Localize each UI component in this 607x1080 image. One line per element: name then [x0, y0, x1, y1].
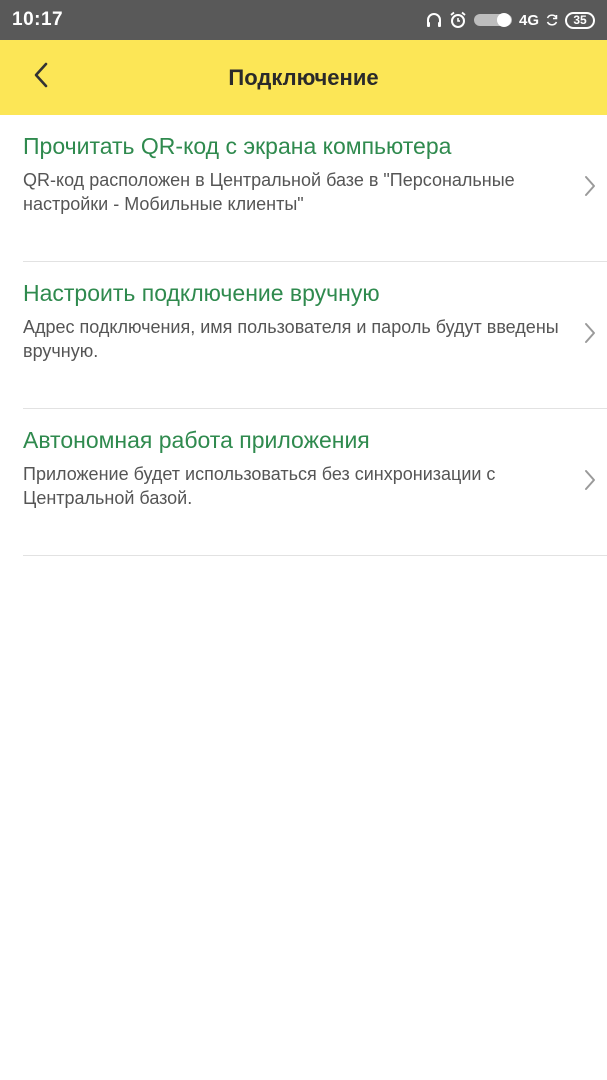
- chevron-right-icon: [583, 469, 597, 491]
- sync-icon: [545, 13, 559, 27]
- headphones-icon: [425, 11, 443, 29]
- option-title: Настроить подключение вручную: [23, 280, 380, 306]
- chevron-right-icon: [583, 322, 597, 344]
- chevron-left-icon: [33, 62, 49, 93]
- option-manual-setup[interactable]: Настроить подключение вручную Адрес подк…: [0, 262, 607, 409]
- option-qr-code[interactable]: Прочитать QR-код с экрана компьютера QR-…: [0, 115, 607, 262]
- chevron-right-icon: [583, 175, 597, 197]
- option-offline-mode[interactable]: Автономная работа приложения Приложение …: [0, 409, 607, 556]
- option-title: Прочитать QR-код с экрана компьютера: [23, 133, 452, 159]
- status-bar: 10:17 4G 35: [0, 0, 607, 40]
- status-icons: 4G 35: [425, 11, 595, 29]
- option-title: Автономная работа приложения: [23, 427, 370, 453]
- status-time: 10:17: [12, 9, 64, 30]
- connection-options-list: Прочитать QR-код с экрана компьютера QR-…: [0, 115, 607, 556]
- back-button[interactable]: [18, 40, 64, 115]
- app-bar: Подключение: [0, 40, 607, 115]
- option-description: Приложение будет использоваться без синх…: [23, 464, 496, 508]
- option-description: Адрес подключения, имя пользователя и па…: [23, 317, 559, 361]
- divider: [23, 555, 607, 556]
- page-title: Подключение: [228, 64, 379, 90]
- battery-indicator: 35: [565, 11, 595, 29]
- network-type: 4G: [518, 11, 539, 29]
- toggle-icon: [473, 12, 513, 28]
- option-description: QR-код расположен в Центральной базе в "…: [23, 170, 515, 214]
- alarm-icon: [449, 11, 467, 29]
